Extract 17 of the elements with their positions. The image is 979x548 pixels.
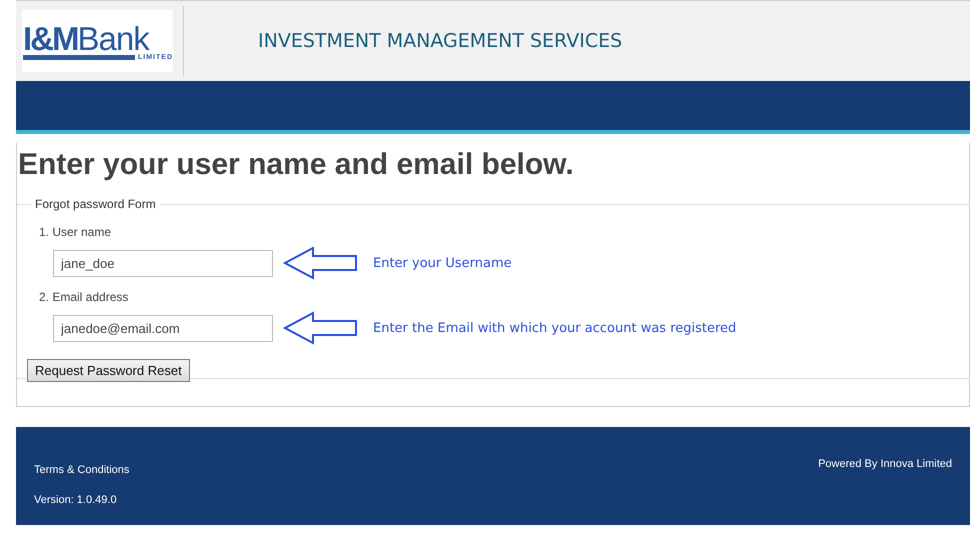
annotation-text: Enter your Username — [373, 256, 512, 270]
terms-link[interactable]: Terms & Conditions — [34, 464, 130, 476]
field-label: 2. Email address — [39, 290, 130, 304]
field-label: 1. User name — [39, 225, 112, 239]
request-reset-button[interactable]: Request Password Reset — [27, 359, 190, 382]
logo-mark: I&M — [23, 22, 78, 56]
fieldset-legend: Forgot password Form — [31, 197, 160, 211]
logo-name: Bank — [78, 22, 149, 56]
input-field[interactable]: janedoe@email.com — [53, 314, 273, 342]
arrow-icon — [283, 246, 359, 280]
arrow-icon — [283, 311, 359, 345]
page-heading: Enter your user name and email below. — [17, 147, 575, 183]
version-text: Version: 1.0.49.0 — [34, 494, 118, 506]
annotation-text: Enter the Email with which your account was registered — [373, 320, 736, 336]
powered-by-text: Powered By Innova Limited — [818, 458, 952, 470]
input-field[interactable]: jane_doe — [53, 250, 273, 276]
app-title: INVESTMENT MANAGEMENT SERVICES — [258, 30, 622, 52]
